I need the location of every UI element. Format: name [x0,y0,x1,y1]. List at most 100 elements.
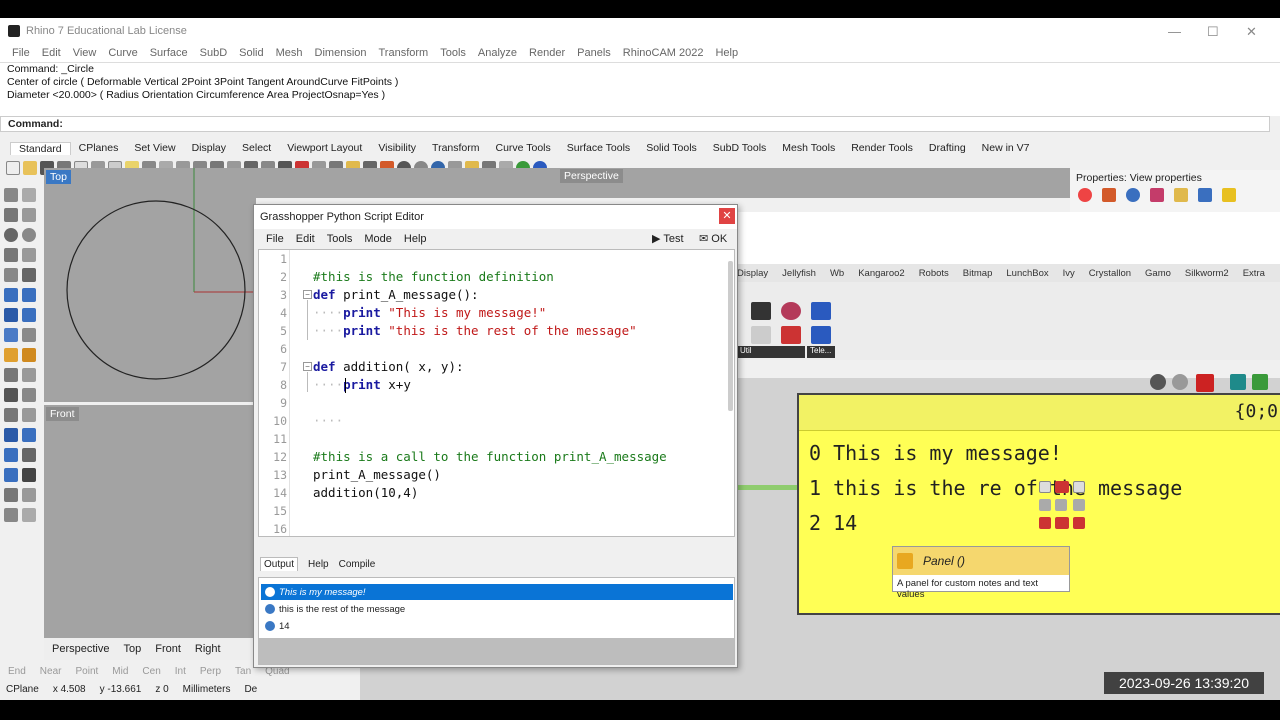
menu-solid[interactable]: Solid [233,47,269,59]
tab-surface-tools[interactable]: Surface Tools [559,142,638,154]
tab-output[interactable]: Output [260,557,299,571]
maximize-button[interactable]: ☐ [1207,24,1219,40]
gh-tab-wb[interactable]: Wb [830,268,844,279]
arrow-outline-icon[interactable] [751,326,771,344]
tab-mesh-tools[interactable]: Mesh Tools [774,142,843,154]
canvas-green-icon[interactable] [1252,374,1268,390]
tab-viewport-layout[interactable]: Viewport Layout [279,142,370,154]
join-icon[interactable] [22,428,36,442]
gh-tab-lunchbox[interactable]: LunchBox [1006,268,1048,279]
arc-icon[interactable] [22,268,36,282]
texture-icon[interactable] [1150,188,1164,202]
material-icon[interactable] [1126,188,1140,202]
editor-menu-edit[interactable]: Edit [290,233,321,245]
menu-tools[interactable]: Tools [434,47,472,59]
editor-menu-help[interactable]: Help [398,233,433,245]
tab-curve-tools[interactable]: Curve Tools [488,142,559,154]
scale-icon[interactable] [4,508,18,522]
tab-new-in-v7[interactable]: New in V7 [974,142,1038,154]
menu-curve[interactable]: Curve [102,47,143,59]
mirror-icon[interactable] [22,488,36,502]
osnap-point[interactable]: Point [75,666,98,677]
bell-icon[interactable] [1222,188,1236,202]
menu-surface[interactable]: Surface [144,47,194,59]
gh-tab-bitmap[interactable]: Bitmap [963,268,993,279]
menu-file[interactable]: File [6,47,36,59]
open-file-icon[interactable] [23,161,37,175]
menu-dimension[interactable]: Dimension [309,47,373,59]
osnap-int[interactable]: Int [175,666,186,677]
tab-compile[interactable]: Compile [339,559,376,570]
tab-solid-tools[interactable]: Solid Tools [638,142,705,154]
select-arrow-icon[interactable] [4,188,18,202]
test-button[interactable]: ▶ Test [652,232,684,245]
tab-transform[interactable]: Transform [424,142,487,154]
surface-edge-icon[interactable] [22,288,36,302]
fold-toggle[interactable]: − [303,290,312,299]
arrow-right-icon[interactable] [751,302,771,320]
tab-subd-tools[interactable]: SubD Tools [705,142,775,154]
status-layer[interactable]: De [244,684,257,695]
menu-view[interactable]: View [67,47,103,59]
check-icon[interactable] [22,468,36,482]
layer-props-icon[interactable] [1102,188,1116,202]
status-cplane[interactable]: CPlane [6,684,39,695]
menu-render[interactable]: Render [523,47,571,59]
gh-tab-gamo[interactable]: Gamo [1145,268,1171,279]
flask-icon[interactable] [781,326,801,344]
front-viewport-label[interactable]: Front [46,407,79,421]
wrap-icon[interactable] [1039,499,1051,511]
menu-edit[interactable]: Edit [36,47,67,59]
osnap-perp[interactable]: Perp [200,666,221,677]
editor-menu-tools[interactable]: Tools [321,233,359,245]
tab-select[interactable]: Select [234,142,279,154]
output-row[interactable]: 14 [261,618,733,634]
font-size-icon[interactable] [1073,481,1085,493]
editor-menu-file[interactable]: File [260,233,290,245]
tab-standard[interactable]: Standard [10,141,71,155]
point-icon[interactable] [22,188,36,202]
menu-mesh[interactable]: Mesh [270,47,309,59]
group-icon[interactable] [22,448,36,462]
color-swatch-icon[interactable] [1039,517,1051,529]
osnap-cen[interactable]: Cen [142,666,160,677]
hexagon-icon[interactable] [811,302,831,320]
canvas-wire-icon[interactable] [1172,374,1188,390]
editor-menu-mode[interactable]: Mode [358,233,398,245]
tab-render-tools[interactable]: Render Tools [843,142,921,154]
tab-front[interactable]: Front [155,643,181,655]
trim-icon[interactable] [4,388,18,402]
line-icon[interactable] [22,208,36,222]
canvas-sphere-icon[interactable] [1150,374,1166,390]
perspective-viewport[interactable]: Perspective [256,168,1070,198]
tab-perspective[interactable]: Perspective [52,643,109,655]
menu-transform[interactable]: Transform [373,47,435,59]
split-icon[interactable] [22,388,36,402]
color-icon[interactable] [1078,188,1092,202]
rectangle-icon[interactable] [22,248,36,262]
output-row[interactable]: This is my message! [261,584,733,600]
ribbon-group-util[interactable]: Util [737,346,805,358]
rotate-icon[interactable] [22,508,36,522]
circle-icon[interactable] [4,228,18,242]
menu-panels[interactable]: Panels [571,47,617,59]
text-icon[interactable] [22,368,36,382]
hexagon-blue-icon[interactable] [811,326,831,344]
status-units[interactable]: Millimeters [183,684,231,695]
tab-display[interactable]: Display [184,142,234,154]
gh-tab-extra[interactable]: Extra [1243,268,1265,279]
ribbon-group-tele[interactable]: Tele... [807,346,835,358]
menu-rhinocam[interactable]: RhinoCAM 2022 [617,47,710,59]
folder-icon[interactable] [1174,188,1188,202]
canvas-preview-icon[interactable] [1196,374,1214,392]
display-icon[interactable] [1198,188,1212,202]
panel-format-widget[interactable] [1039,481,1087,531]
osnap-end[interactable]: End [8,666,26,677]
perspective-viewport-label[interactable]: Perspective [560,169,623,183]
analyze-icon[interactable] [4,468,18,482]
menu-analyze[interactable]: Analyze [472,47,523,59]
front-viewport[interactable]: Front [44,405,256,638]
offset-icon[interactable] [22,408,36,422]
fold-toggle[interactable]: − [303,362,312,371]
command-prompt-input[interactable]: Command: [0,116,1270,132]
